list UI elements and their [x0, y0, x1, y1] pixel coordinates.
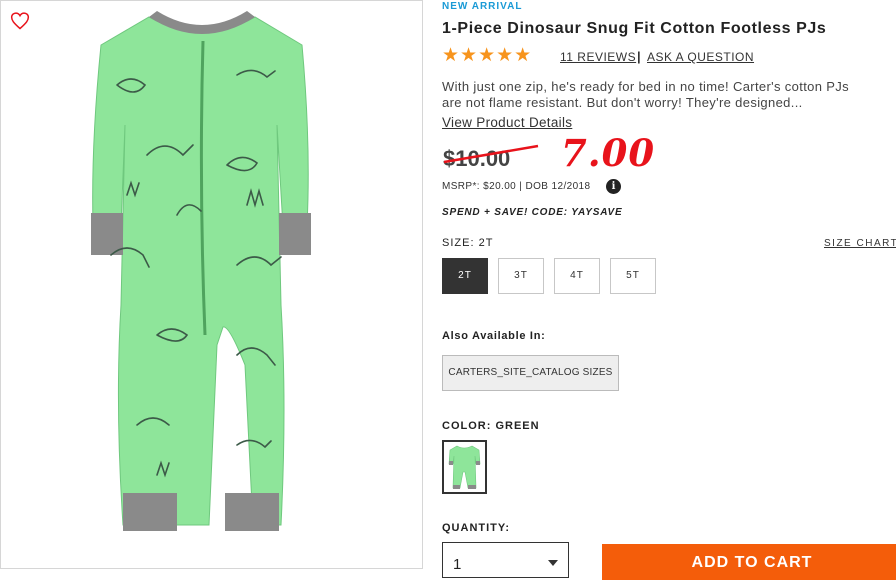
size-label-text: SIZE:: [442, 237, 475, 249]
color-selected-value: GREEN: [495, 420, 540, 432]
quantity-label: QUANTITY:: [442, 522, 511, 534]
quantity-value: 1: [453, 556, 462, 573]
size-option-2t[interactable]: 2T: [442, 258, 488, 294]
product-info: NEW ARRIVAL 1-Piece Dinosaur Snug Fit Co…: [442, 0, 896, 580]
color-label-text: COLOR:: [442, 420, 492, 432]
size-label: SIZE: 2T: [442, 237, 493, 249]
product-title: 1-Piece Dinosaur Snug Fit Cotton Footles…: [442, 20, 827, 37]
size-selected-value: 2T: [478, 237, 494, 249]
annotated-price: 7.00: [561, 131, 656, 175]
reviews-link[interactable]: 11 REVIEWS: [560, 50, 636, 64]
price-strikethrough: [443, 144, 539, 164]
color-label: COLOR: GREEN: [442, 420, 540, 432]
swatch-thumbnail: [448, 445, 481, 489]
heart-icon[interactable]: [10, 11, 30, 31]
link-separator: |: [637, 49, 641, 64]
size-chart-link[interactable]: SIZE CHART: [824, 238, 896, 249]
msrp-line: MSRP*: $20.00 | DOB 12/2018: [442, 181, 591, 192]
info-icon[interactable]: i: [606, 179, 621, 194]
color-swatch-green[interactable]: [442, 440, 487, 494]
product-gallery: [0, 0, 423, 569]
size-option-5t[interactable]: 5T: [610, 258, 656, 294]
view-details-link[interactable]: View Product Details: [442, 115, 572, 130]
size-option-3t[interactable]: 3T: [498, 258, 544, 294]
chevron-down-icon: [548, 560, 558, 566]
product-description: With just one zip, he's ready for bed in…: [442, 79, 850, 110]
ask-question-link[interactable]: ASK A QUESTION: [647, 50, 754, 64]
add-to-cart-button[interactable]: ADD TO CART: [602, 544, 896, 580]
catalog-sizes-button[interactable]: CARTERS_SITE_CATALOG SIZES: [442, 355, 619, 391]
new-arrival-badge: NEW ARRIVAL: [442, 1, 523, 12]
product-image[interactable]: [87, 5, 317, 533]
promo-code: SPEND + SAVE! CODE: YAYSAVE: [442, 207, 623, 218]
also-available-label: Also Available In:: [442, 330, 546, 342]
quantity-select[interactable]: 1: [442, 542, 569, 578]
size-option-4t[interactable]: 4T: [554, 258, 600, 294]
rating-stars: ★★★★★: [442, 45, 533, 66]
